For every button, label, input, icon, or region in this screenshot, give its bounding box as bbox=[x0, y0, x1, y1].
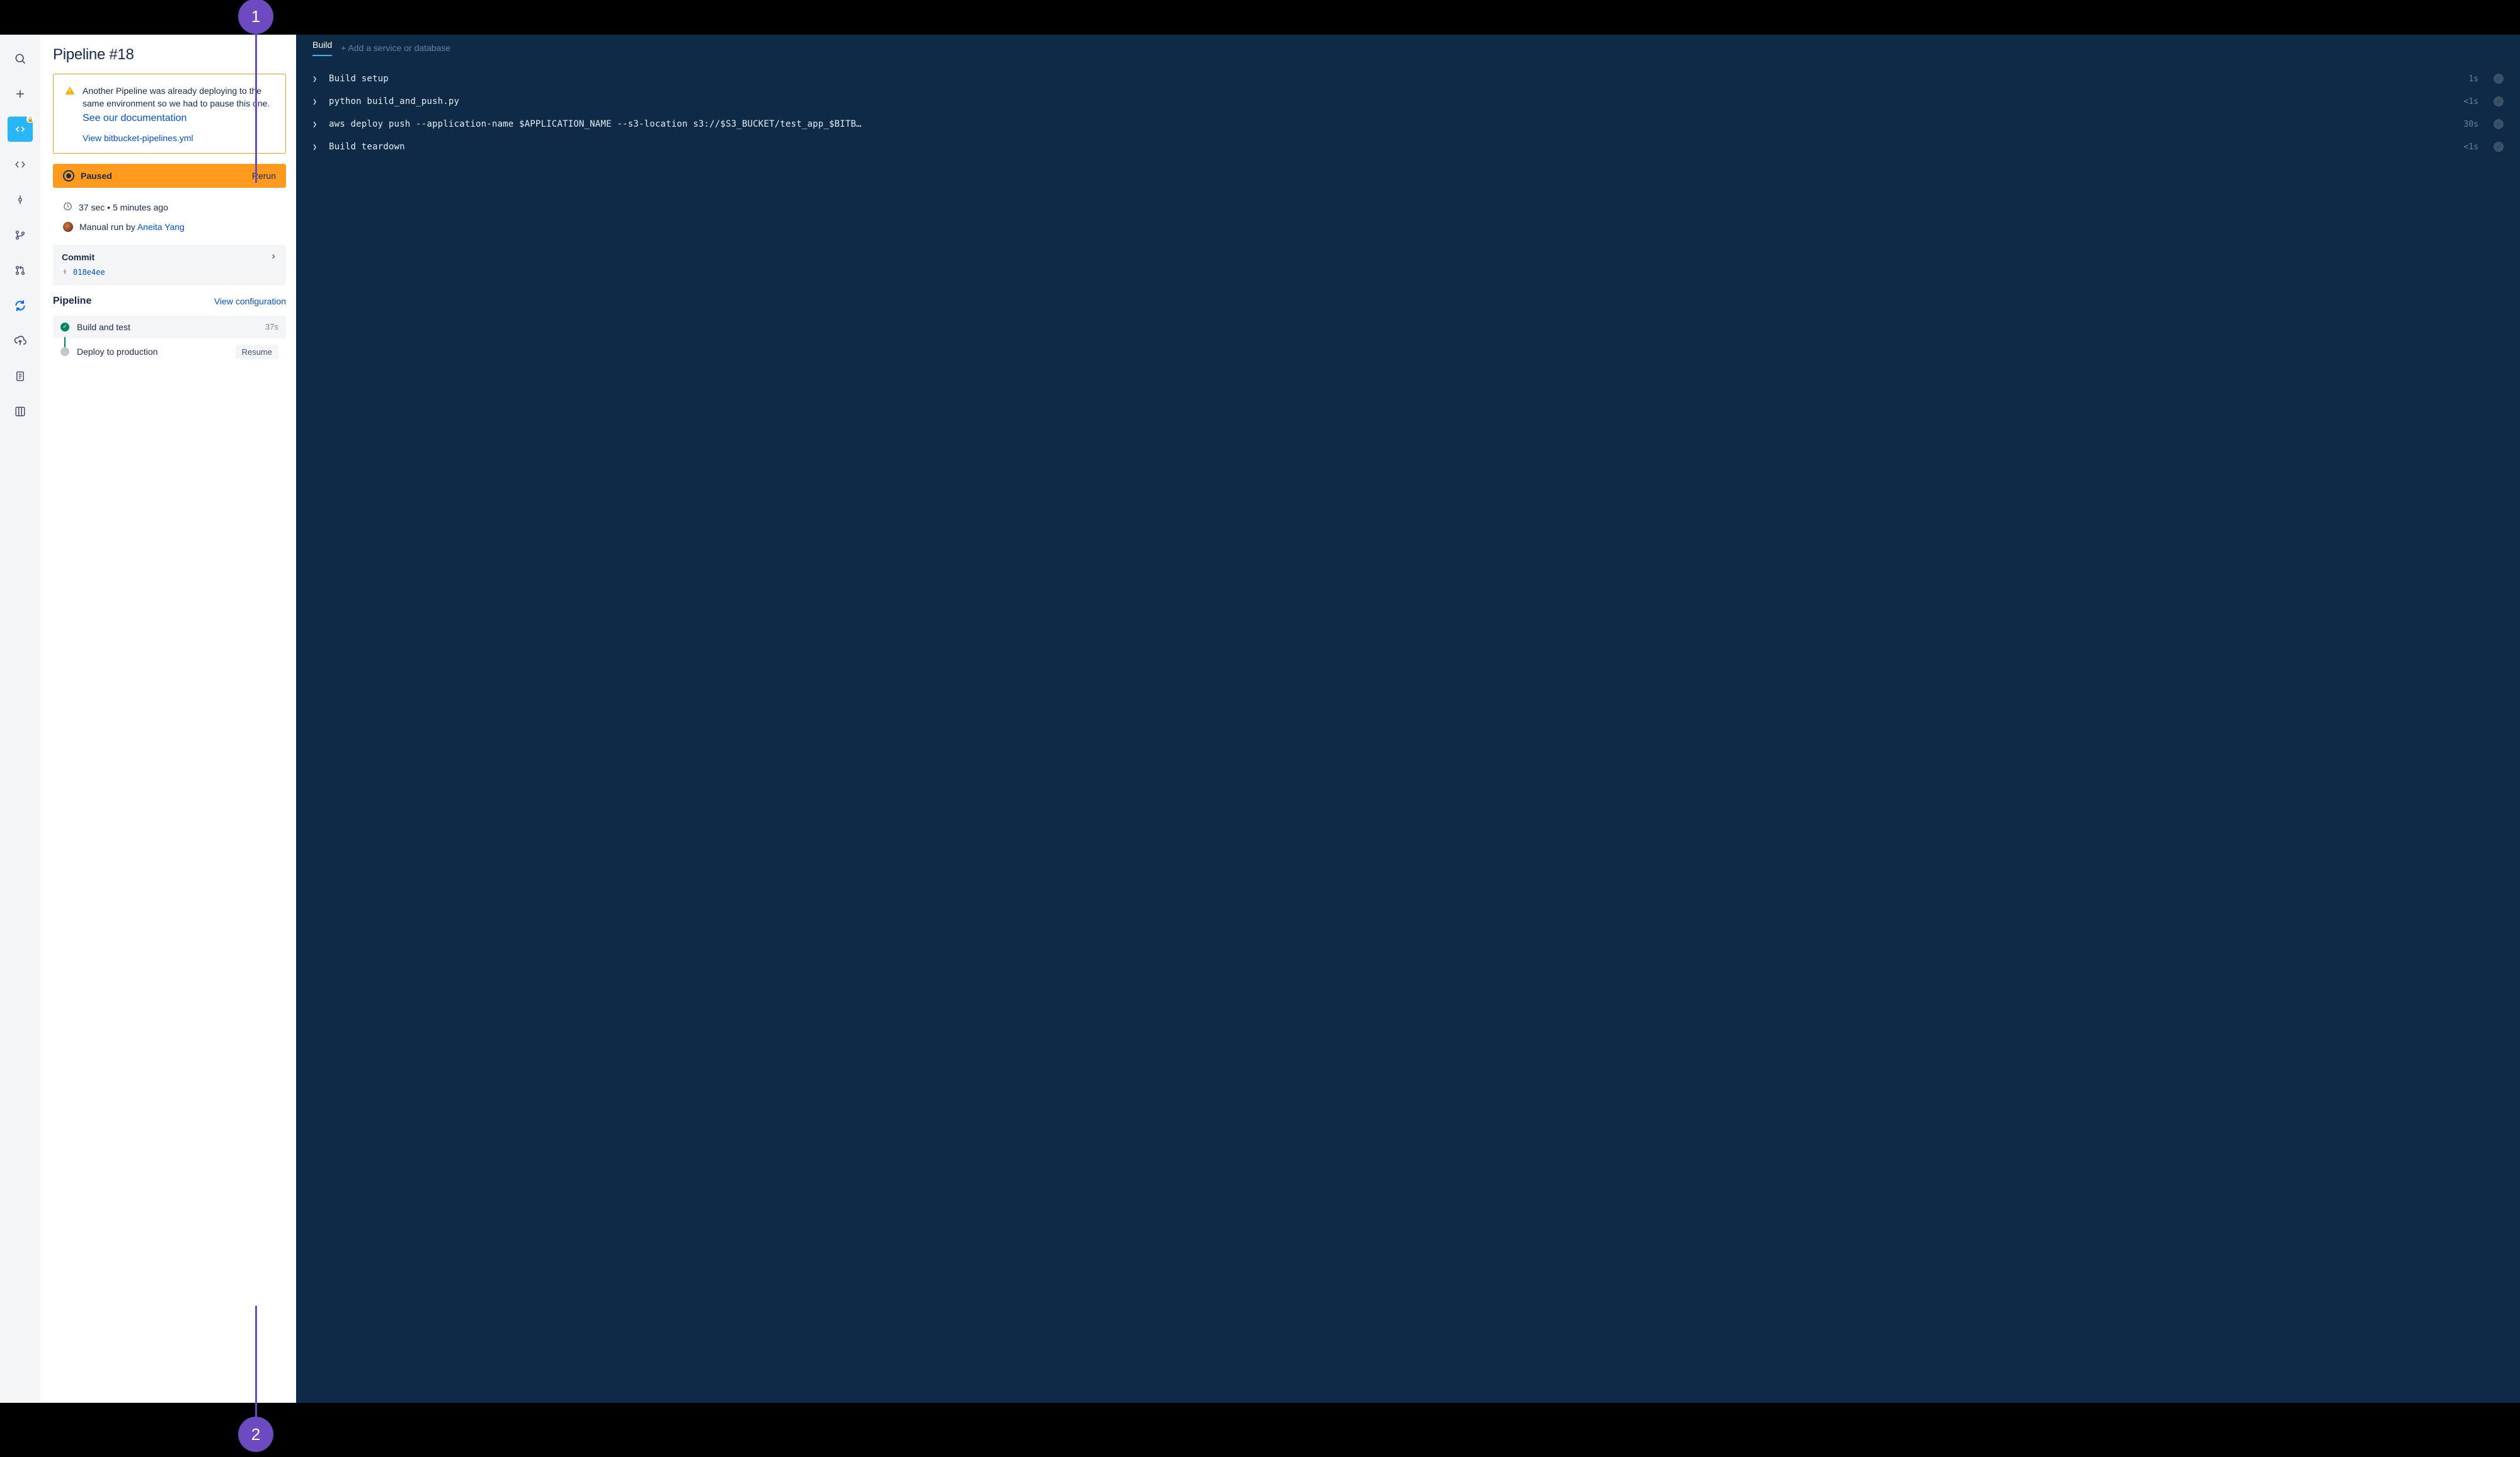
search-icon[interactable] bbox=[8, 46, 33, 71]
chevron-right-icon: ❯ bbox=[312, 74, 319, 83]
alert-docs-link[interactable]: See our documentation bbox=[83, 113, 186, 124]
alert-message: Another Pipeline was already deploying t… bbox=[83, 84, 274, 110]
annotation-callout-2: 2 bbox=[238, 1417, 273, 1452]
check-icon: ✓ bbox=[60, 323, 69, 331]
pipeline-heading: Pipeline bbox=[53, 296, 91, 307]
pipeline-step-build[interactable]: ✓ Build and test 37s bbox=[53, 316, 286, 338]
step-duration: 37s bbox=[265, 322, 278, 331]
paused-icon bbox=[63, 170, 74, 181]
add-service-link[interactable]: + Add a service or database bbox=[341, 43, 450, 53]
log-line[interactable]: ❯ aws deploy push --application-name $AP… bbox=[312, 113, 2504, 135]
pending-icon bbox=[60, 347, 69, 356]
log-cmd: Build setup bbox=[329, 74, 2458, 84]
log-line[interactable]: ❯ python build_and_push.py <1s ✓ bbox=[312, 90, 2504, 113]
log-time: <1s bbox=[2464, 142, 2478, 152]
pull-requests-icon[interactable] bbox=[8, 258, 33, 283]
chevron-right-icon: ❯ bbox=[312, 97, 319, 106]
pipeline-section-head: Pipeline View configuration bbox=[53, 296, 286, 307]
deployments-icon[interactable] bbox=[8, 328, 33, 354]
pipelines-icon[interactable] bbox=[8, 293, 33, 318]
view-configuration-link[interactable]: View configuration bbox=[214, 296, 286, 306]
commit-heading: Commit bbox=[62, 252, 94, 262]
avatar bbox=[63, 222, 73, 232]
success-icon: ✓ bbox=[2494, 142, 2504, 152]
create-icon[interactable] bbox=[8, 81, 33, 107]
chevron-right-icon: ❯ bbox=[312, 142, 319, 151]
runby-user-link[interactable]: Aneita Yang bbox=[137, 222, 185, 232]
log-lines: ❯ Build setup 1s ✓ ❯ python build_and_pu… bbox=[296, 56, 2520, 170]
branches-icon[interactable] bbox=[8, 222, 33, 248]
log-time: 1s bbox=[2468, 74, 2478, 84]
status-banner: Paused Rerun bbox=[53, 164, 286, 188]
commit-hash-icon bbox=[62, 267, 68, 278]
runby-prefix: Manual run by bbox=[79, 222, 137, 232]
log-cmd: aws deploy push --application-name $APPL… bbox=[329, 119, 2454, 129]
pause-alert: Another Pipeline was already deploying t… bbox=[53, 74, 286, 154]
resume-button[interactable]: Resume bbox=[236, 345, 278, 359]
page-title: Pipeline #18 bbox=[53, 46, 286, 64]
tab-build[interactable]: Build bbox=[312, 40, 332, 56]
commit-hash[interactable]: 018e4ee bbox=[73, 268, 105, 277]
boards-icon[interactable] bbox=[8, 399, 33, 424]
app-viewport: 🔒 Pipeline #18 bbox=[0, 35, 2520, 1457]
log-cmd: Build teardown bbox=[329, 142, 2454, 152]
commit-card[interactable]: Commit 018e4ee bbox=[53, 245, 286, 285]
step-label: Deploy to production bbox=[77, 347, 158, 357]
annotation-line-1 bbox=[255, 32, 257, 183]
log-tabs: Build + Add a service or database bbox=[296, 35, 2520, 56]
step-label: Build and test bbox=[77, 322, 130, 332]
log-cmd: python build_and_push.py bbox=[329, 96, 2454, 107]
log-line[interactable]: ❯ Build setup 1s ✓ bbox=[312, 67, 2504, 90]
time-ago: 5 minutes ago bbox=[113, 202, 168, 212]
annotation-callout-1: 1 bbox=[238, 0, 273, 34]
duration-row: 37 sec • 5 minutes ago bbox=[53, 199, 286, 216]
build-log: Build + Add a service or database ❯ Buil… bbox=[296, 35, 2520, 1457]
runby-row: Manual run by Aneita Yang bbox=[53, 219, 286, 234]
success-icon: ✓ bbox=[2494, 74, 2504, 84]
lock-badge-icon: 🔒 bbox=[26, 115, 34, 123]
log-time: <1s bbox=[2464, 97, 2478, 107]
bottom-mask bbox=[0, 1403, 2520, 1457]
code-icon[interactable] bbox=[8, 152, 33, 177]
log-time: 30s bbox=[2464, 120, 2478, 129]
downloads-icon[interactable] bbox=[8, 364, 33, 389]
clock-icon bbox=[63, 202, 72, 213]
chevron-right-icon: ❯ bbox=[312, 120, 319, 129]
pipeline-panel: Pipeline #18 Another Pipeline was alread… bbox=[40, 35, 296, 1457]
duration-value: 37 sec bbox=[79, 202, 105, 212]
sidebar-rail: 🔒 bbox=[0, 35, 40, 1457]
status-label: Paused bbox=[81, 171, 112, 181]
success-icon: ✓ bbox=[2494, 119, 2504, 129]
source-icon[interactable]: 🔒 bbox=[8, 117, 33, 142]
log-line[interactable]: ❯ Build teardown <1s ✓ bbox=[312, 135, 2504, 158]
success-icon: ✓ bbox=[2494, 96, 2504, 107]
commit-icon[interactable] bbox=[8, 187, 33, 212]
chevron-right-icon bbox=[270, 252, 277, 262]
annotation-line-2 bbox=[255, 1306, 257, 1419]
view-pipelines-yml-link[interactable]: View bitbucket-pipelines.yml bbox=[83, 133, 274, 143]
warning-icon bbox=[65, 86, 75, 124]
pipeline-step-deploy[interactable]: Deploy to production Resume bbox=[53, 338, 286, 366]
